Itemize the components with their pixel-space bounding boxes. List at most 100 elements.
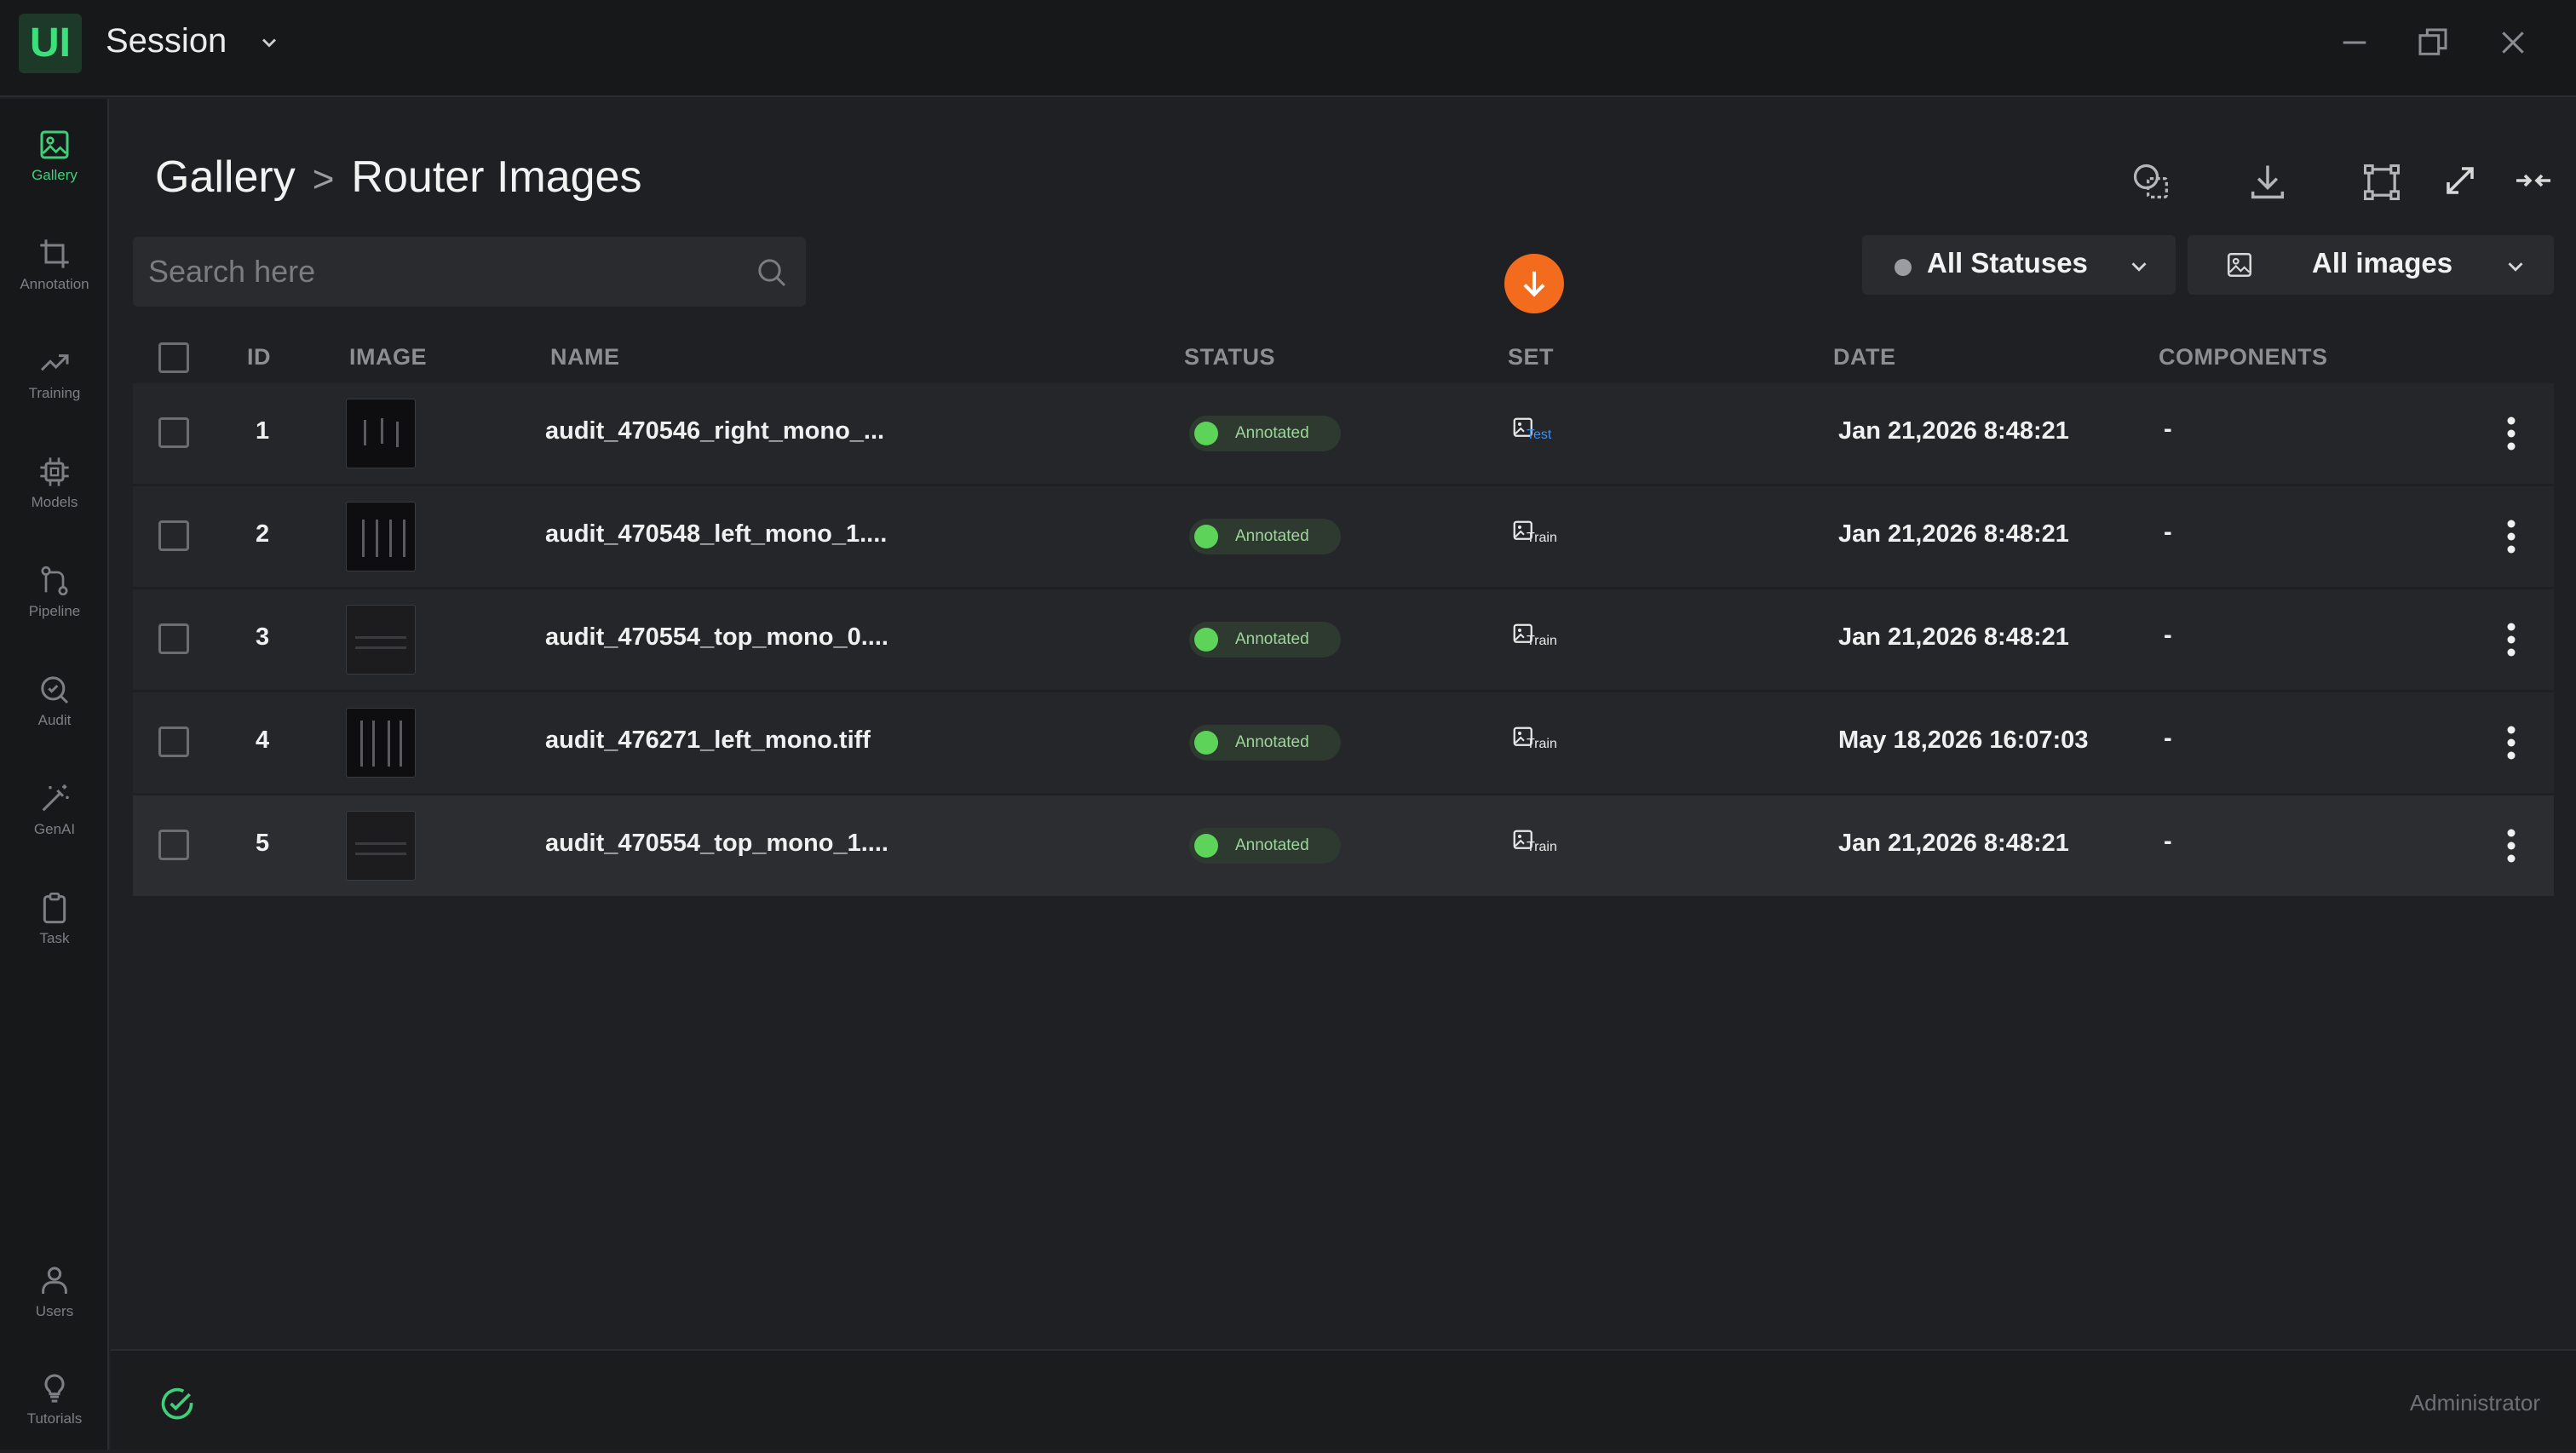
column-header-id[interactable]: ID <box>247 344 271 370</box>
sidebar-item-label: Tutorials <box>26 1410 83 1427</box>
sidebar-item-training[interactable]: Training <box>0 334 109 428</box>
minimize-icon[interactable] <box>2337 26 2372 60</box>
search-box <box>133 237 806 307</box>
chevron-down-icon[interactable] <box>257 31 281 55</box>
image-thumbnail[interactable] <box>346 811 416 881</box>
more-options-icon[interactable] <box>2494 721 2528 764</box>
sidebar-item-audit[interactable]: Audit <box>0 661 109 755</box>
column-header-date[interactable]: DATE <box>1833 344 1896 370</box>
status-filter-dropdown[interactable]: All Statuses <box>1862 235 2176 295</box>
compare-images-icon[interactable] <box>2130 160 2177 208</box>
expand-icon[interactable] <box>2440 160 2487 208</box>
select-all-checkbox[interactable] <box>158 342 189 373</box>
set-cell: Train <box>1511 515 1579 558</box>
sidebar-item-label: Task <box>39 930 70 946</box>
row-checkbox[interactable] <box>158 623 189 654</box>
check-circle-icon <box>158 1385 196 1422</box>
table-row[interactable]: 2 audit_470548_left_mono_1.... Annotated… <box>133 486 2554 587</box>
table-header: ID IMAGE NAME STATUS SET DATE COMPONENTS <box>133 325 2554 387</box>
image-thumbnail[interactable] <box>346 605 416 675</box>
sidebar-item-label: Models <box>31 494 78 510</box>
row-name[interactable]: audit_470554_top_mono_1.... <box>545 830 888 858</box>
column-header-name[interactable]: NAME <box>550 344 620 370</box>
row-name[interactable]: audit_470546_right_mono_... <box>545 417 884 445</box>
close-icon[interactable] <box>2496 26 2530 60</box>
sidebar-item-models[interactable]: Models <box>0 443 109 537</box>
table-row[interactable]: 4 audit_476271_left_mono.tiff Annotated … <box>133 692 2554 793</box>
column-header-image[interactable]: IMAGE <box>349 344 427 370</box>
bounding-box-icon[interactable] <box>2360 160 2407 208</box>
status-badge: Annotated <box>1189 828 1341 864</box>
image-thumbnail[interactable] <box>346 708 416 778</box>
breadcrumb: Gallery > Router Images <box>155 152 641 203</box>
set-label: Train <box>1527 737 1557 751</box>
row-id: 4 <box>256 726 270 754</box>
sidebar-item-annotation[interactable]: Annotation <box>0 225 109 319</box>
sidebar-item-task[interactable]: Task <box>0 879 109 973</box>
table-body: 1 audit_470546_right_mono_... Annotated … <box>133 383 2554 899</box>
sidebar-item-label: Pipeline <box>28 603 81 619</box>
table-row[interactable]: 3 audit_470554_top_mono_0.... Annotated … <box>133 589 2554 690</box>
row-components: - <box>2164 519 2172 546</box>
set-label: Train <box>1527 634 1557 648</box>
status-badge: Annotated <box>1189 519 1341 554</box>
set-label: Train <box>1527 531 1557 545</box>
magic-wand-icon <box>42 784 69 812</box>
images-filter-dropdown[interactable]: All images <box>2188 235 2554 295</box>
row-name[interactable]: audit_470554_top_mono_0.... <box>545 623 888 652</box>
set-label: Train <box>1527 840 1557 854</box>
status-text: Annotated <box>1235 424 1309 442</box>
sidebar-item-label: GenAI <box>33 821 76 837</box>
more-options-icon[interactable] <box>2494 824 2528 867</box>
main-content: Gallery > Router Images All Statuses All i… <box>111 99 2576 1349</box>
search-input[interactable] <box>148 237 745 307</box>
collapse-horizontal-icon[interactable] <box>2513 160 2561 208</box>
row-checkbox[interactable] <box>158 417 189 448</box>
column-header-components[interactable]: COMPONENTS <box>2159 344 2328 370</box>
table-row[interactable]: 1 audit_470546_right_mono_... Annotated … <box>133 383 2554 484</box>
row-checkbox[interactable] <box>158 520 189 551</box>
row-name[interactable]: audit_470548_left_mono_1.... <box>545 520 887 548</box>
sidebar-item-gallery[interactable]: Gallery <box>0 116 109 210</box>
sidebar: Gallery Annotation Training Models Pipel… <box>0 99 109 1450</box>
column-header-status[interactable]: STATUS <box>1184 344 1275 370</box>
row-date: May 18,2026 16:07:03 <box>1838 726 2089 754</box>
row-name[interactable]: audit_476271_left_mono.tiff <box>545 726 871 755</box>
table-row[interactable]: 5 audit_470554_top_mono_1.... Annotated … <box>133 795 2554 896</box>
image-thumbnail[interactable] <box>346 502 416 571</box>
image-thumbnail[interactable] <box>346 399 416 468</box>
row-checkbox[interactable] <box>158 726 189 757</box>
chevron-down-icon <box>2126 254 2152 279</box>
set-cell: Train <box>1511 618 1579 661</box>
more-options-icon[interactable] <box>2494 412 2528 455</box>
download-icon[interactable] <box>2245 160 2293 208</box>
status-badge: Annotated <box>1189 622 1341 658</box>
row-components: - <box>2164 725 2172 752</box>
session-title[interactable]: Session <box>106 22 227 60</box>
status-bar: Administrator <box>111 1349 2576 1450</box>
more-options-icon[interactable] <box>2494 515 2528 558</box>
sidebar-item-tutorials[interactable]: Tutorials <box>0 1359 109 1453</box>
more-options-icon[interactable] <box>2494 618 2528 661</box>
arrow-down-icon <box>1523 271 1545 297</box>
sidebar-item-pipeline[interactable]: Pipeline <box>0 552 109 646</box>
row-checkbox[interactable] <box>158 830 189 860</box>
sidebar-item-label: Training <box>28 385 81 401</box>
sidebar-item-label: Gallery <box>32 167 78 183</box>
crop-icon <box>40 239 69 268</box>
row-components: - <box>2164 828 2172 855</box>
sidebar-item-genai[interactable]: GenAI <box>0 770 109 864</box>
breadcrumb-root[interactable]: Gallery <box>155 152 296 202</box>
set-label: Test <box>1527 428 1552 442</box>
column-header-set[interactable]: SET <box>1508 344 1554 370</box>
search-icon[interactable] <box>755 256 789 290</box>
sidebar-item-label: Users <box>35 1303 74 1319</box>
set-cell: Train <box>1511 721 1579 764</box>
status-dot <box>1194 525 1218 548</box>
sidebar-item-users[interactable]: Users <box>0 1252 109 1346</box>
scroll-down-button[interactable] <box>1504 254 1564 313</box>
breadcrumb-current: Router Images <box>351 152 642 202</box>
status-badge: Annotated <box>1189 725 1341 761</box>
row-date: Jan 21,2026 8:48:21 <box>1838 830 2069 857</box>
restore-icon[interactable] <box>2416 26 2450 60</box>
